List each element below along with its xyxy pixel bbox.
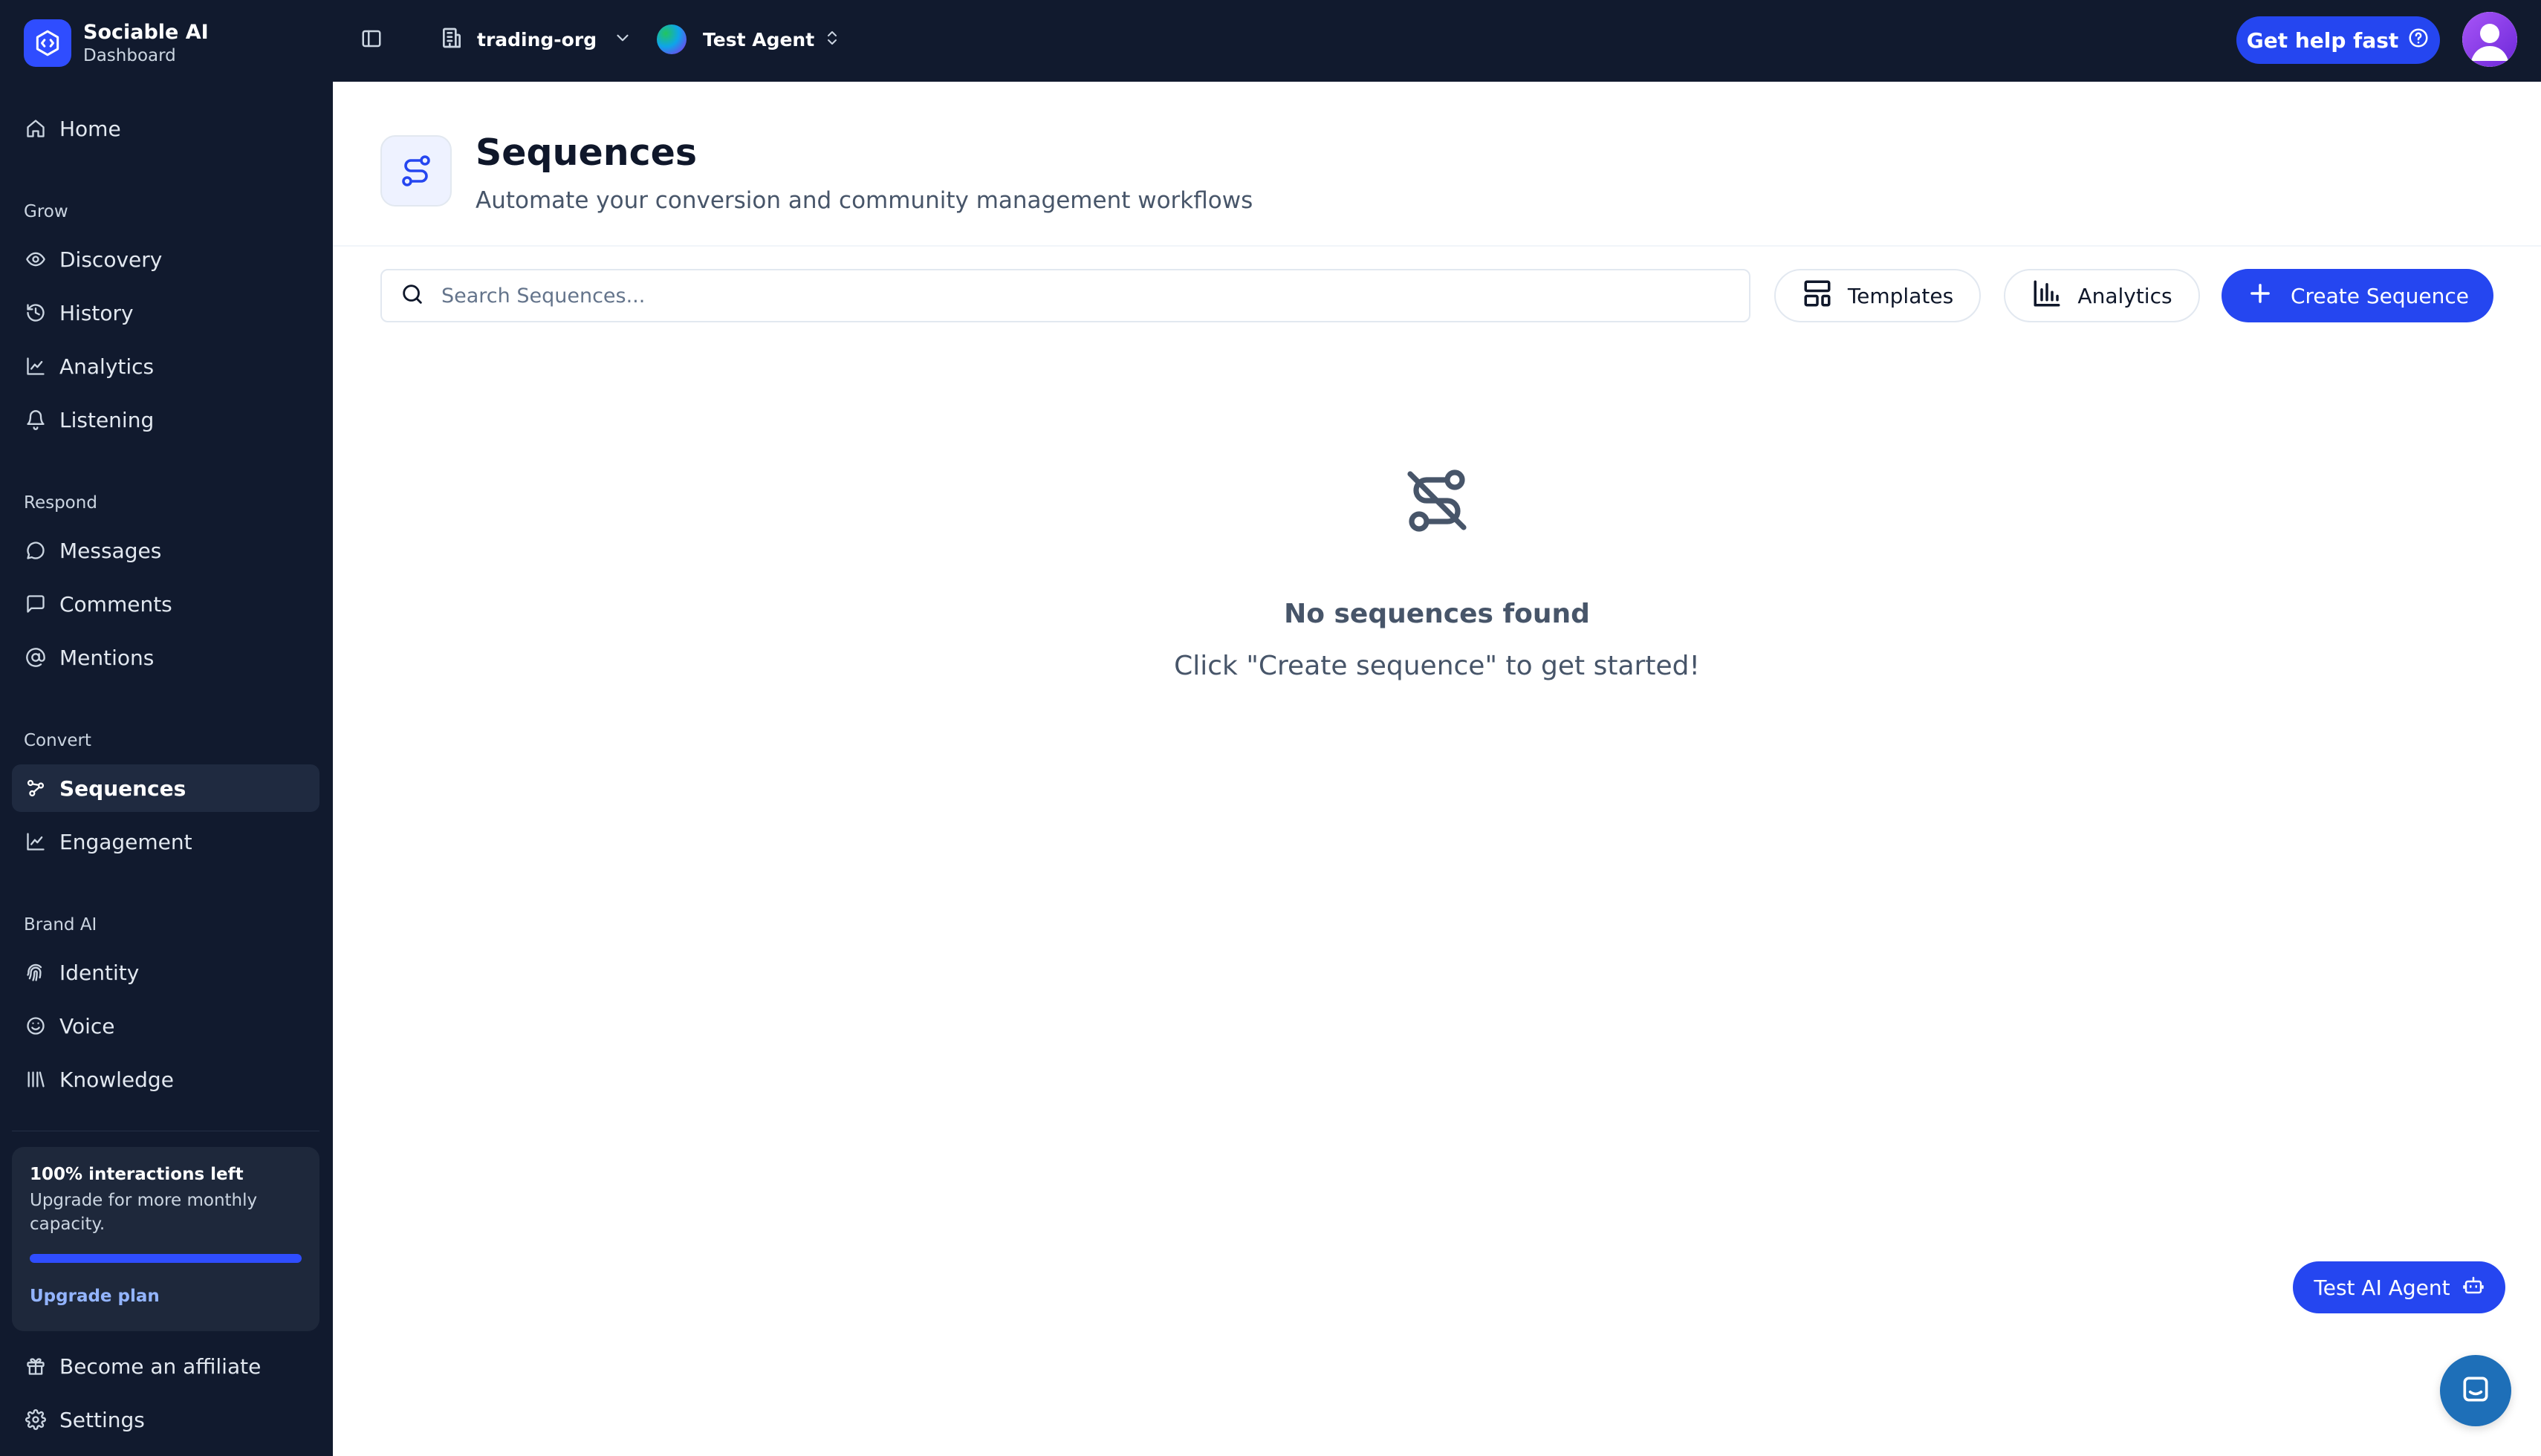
- sidebar-item-comments[interactable]: Comments: [12, 580, 319, 628]
- workflow-icon: [24, 776, 48, 800]
- agent-avatar: [657, 25, 687, 54]
- sidebar-item-history[interactable]: History: [12, 289, 319, 337]
- help-circle-icon: [2407, 27, 2430, 54]
- search-icon: [400, 282, 425, 310]
- sidebar-item-home[interactable]: Home: [12, 105, 319, 152]
- search-box[interactable]: [380, 269, 1750, 322]
- get-help-button[interactable]: Get help fast: [2236, 16, 2440, 64]
- library-icon: [24, 1067, 48, 1091]
- test-ai-agent-button[interactable]: Test AI Agent: [2293, 1261, 2505, 1313]
- section-label-brand-ai: Brand AI: [24, 915, 97, 935]
- comment-square-icon: [24, 592, 48, 616]
- sidebar-item-messages[interactable]: Messages: [12, 527, 319, 574]
- bar-chart-icon: [2031, 278, 2063, 314]
- sidebar-item-identity[interactable]: Identity: [12, 949, 319, 996]
- org-name: trading-org: [477, 28, 597, 51]
- interactions-progress-bar: [30, 1254, 302, 1263]
- plus-icon: [2246, 279, 2274, 313]
- sidebar-item-label: Listening: [59, 407, 155, 432]
- templates-button[interactable]: Templates: [1774, 269, 1981, 322]
- test-ai-agent-label: Test AI Agent: [2314, 1275, 2450, 1300]
- sidebar-item-sequences[interactable]: Sequences: [12, 764, 319, 812]
- sidebar-item-label: Settings: [59, 1407, 145, 1432]
- bot-icon: [2462, 1274, 2485, 1301]
- templates-label: Templates: [1847, 283, 1954, 308]
- section-label-grow: Grow: [24, 202, 68, 221]
- interactions-progress-fill: [30, 1254, 302, 1263]
- sidebar-item-label: Become an affiliate: [59, 1353, 262, 1379]
- section-label-respond: Respond: [24, 493, 97, 513]
- brand-logo-icon: [24, 19, 71, 67]
- brand-subtitle: Dashboard: [83, 46, 176, 65]
- sidebar-item-label: Voice: [59, 1013, 115, 1039]
- smile-icon: [24, 1014, 48, 1038]
- no-sequences-icon: [1401, 465, 1473, 536]
- at-sign-icon: [24, 646, 48, 669]
- fingerprint-icon: [24, 961, 48, 984]
- layout-template-icon: [1802, 278, 1833, 314]
- sidebar-item-voice[interactable]: Voice: [12, 1002, 319, 1050]
- sidebar-item-label: Discovery: [59, 247, 163, 272]
- sidebar-item-label: Knowledge: [59, 1067, 174, 1092]
- upgrade-plan-link[interactable]: Upgrade plan: [30, 1287, 302, 1306]
- brand-name: Sociable AI: [83, 21, 209, 44]
- sidebar-item-settings[interactable]: Settings: [12, 1396, 319, 1443]
- sidebar-item-knowledge[interactable]: Knowledge: [12, 1056, 319, 1103]
- history-icon: [24, 301, 48, 325]
- sidebar-item-analytics[interactable]: Analytics: [12, 342, 319, 390]
- building-icon: [440, 26, 464, 53]
- sidebar-item-engagement[interactable]: Engagement: [12, 818, 319, 865]
- search-input[interactable]: [441, 284, 1704, 308]
- brand[interactable]: Sociable AI Dashboard: [24, 19, 209, 67]
- bell-icon: [24, 408, 48, 432]
- gear-icon: [24, 1408, 48, 1431]
- agent-switcher[interactable]: Test Agent: [657, 22, 841, 56]
- analytics-label: Analytics: [2077, 283, 2172, 308]
- panel-left-icon: [360, 27, 383, 53]
- sidebar-item-label: Analytics: [59, 354, 155, 379]
- sidebar-item-label: Engagement: [59, 829, 192, 854]
- line-chart-icon: [24, 354, 48, 378]
- empty-state-subtitle: Click "Create sequence" to get started!: [1174, 651, 1700, 681]
- sidebar-item-label: Mentions: [59, 645, 155, 670]
- sidebar-item-listening[interactable]: Listening: [12, 396, 319, 443]
- header-divider: [333, 245, 2541, 247]
- create-sequence-button[interactable]: Create Sequence: [2222, 269, 2493, 322]
- sidebar-item-label: Home: [59, 116, 121, 141]
- chat-icon: [2459, 1373, 2492, 1408]
- empty-state-title: No sequences found: [1284, 599, 1590, 629]
- chat-launcher-button[interactable]: [2440, 1355, 2511, 1426]
- section-label-convert: Convert: [24, 731, 91, 750]
- get-help-label: Get help fast: [2246, 27, 2399, 53]
- sidebar-item-label: Sequences: [59, 776, 186, 801]
- eye-icon: [24, 247, 48, 271]
- home-icon: [24, 117, 48, 140]
- sidebar: Sociable AI Dashboard Home Grow Discover…: [0, 0, 333, 1456]
- page-title: Sequences: [476, 131, 698, 174]
- sidebar-item-label: Messages: [59, 538, 162, 563]
- sidebar-item-discovery[interactable]: Discovery: [12, 235, 319, 283]
- upgrade-description: Upgrade for more monthly capacity.: [30, 1191, 258, 1234]
- message-circle-icon: [24, 539, 48, 562]
- sidebar-item-label: Comments: [59, 591, 172, 617]
- chevron-down-icon: [613, 28, 632, 51]
- org-switcher[interactable]: trading-org: [440, 22, 632, 56]
- analytics-button[interactable]: Analytics: [2004, 269, 2200, 322]
- sidebar-item-mentions[interactable]: Mentions: [12, 634, 319, 681]
- sequences-header-icon: [380, 135, 452, 207]
- sidebar-item-label: Identity: [59, 960, 140, 985]
- topbar: trading-org Test Agent Get help fast: [333, 0, 2541, 82]
- upgrade-title: 100% interactions left: [30, 1165, 244, 1184]
- line-chart-icon: [24, 830, 48, 854]
- create-sequence-label: Create Sequence: [2290, 283, 2470, 308]
- sidebar-toggle-button[interactable]: [357, 25, 386, 55]
- sidebar-item-affiliate[interactable]: Become an affiliate: [12, 1342, 319, 1390]
- user-avatar[interactable]: [2462, 12, 2517, 67]
- sidebar-item-label: History: [59, 300, 134, 325]
- gift-icon: [24, 1354, 48, 1378]
- upgrade-card: 100% interactions left Upgrade for more …: [12, 1147, 319, 1331]
- chevrons-up-down-icon: [823, 29, 841, 50]
- agent-name: Test Agent: [703, 28, 815, 51]
- page-subtitle: Automate your conversion and community m…: [476, 187, 1253, 214]
